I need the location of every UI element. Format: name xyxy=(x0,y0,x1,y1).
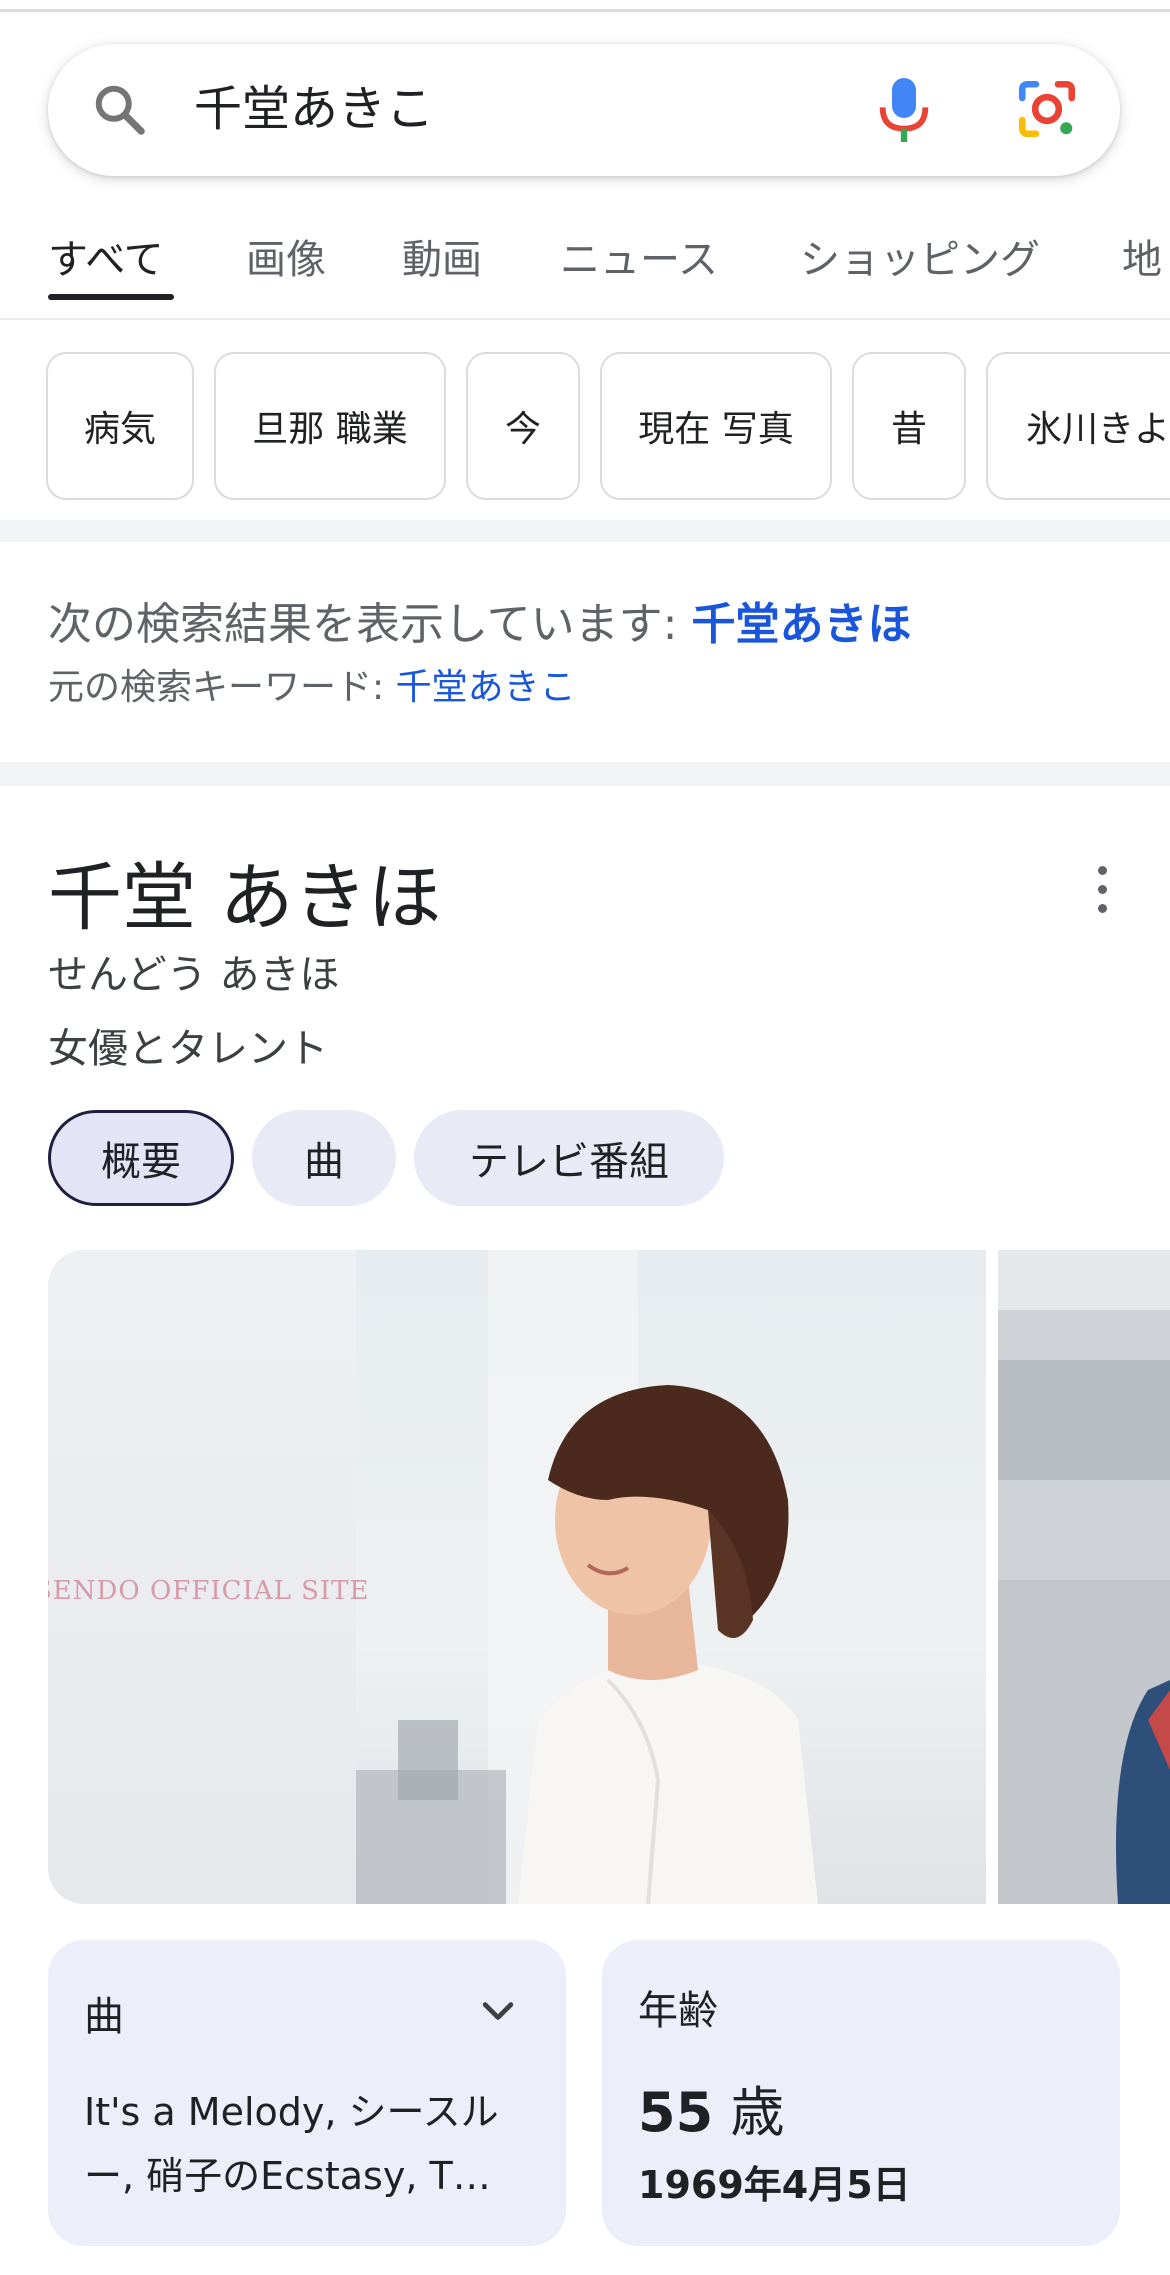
tab-all[interactable]: すべて xyxy=(48,230,164,290)
tab-images[interactable]: 画像 xyxy=(246,230,326,290)
age-value: 55 歳 xyxy=(638,2068,784,2147)
chevron-down-icon[interactable] xyxy=(476,1990,520,2034)
age-unit: 歳 xyxy=(713,2081,785,2144)
age-card-label: 年齢 xyxy=(638,1988,718,2034)
songs-line-2: ー, 硝子のEcstasy, T… xyxy=(84,2154,491,2198)
chip-husband-job[interactable]: 旦那 職業 xyxy=(214,352,446,500)
showing-prefix: 次の検索結果を表示しています: xyxy=(48,599,692,650)
panel-tab-tv-shows[interactable]: テレビ番組 xyxy=(414,1110,724,1206)
related-chips: 病気 旦那 職業 今 現在 写真 昔 氷川きよ xyxy=(0,352,1170,506)
chip-hikawa[interactable]: 氷川きよ xyxy=(986,352,1170,500)
search-input[interactable]: 千堂あきこ xyxy=(194,76,434,142)
tab-news[interactable]: ニュース xyxy=(560,230,718,290)
original-query-link[interactable]: 千堂あきこ xyxy=(396,667,576,708)
chip-now[interactable]: 今 xyxy=(466,352,580,500)
google-lens-icon[interactable] xyxy=(1014,76,1080,142)
microphone-icon[interactable] xyxy=(872,72,936,148)
showing-results-for: 次の検索結果を表示しています: 千堂あきほ xyxy=(48,588,912,652)
songs-card[interactable]: 曲 It's a Melody, シースル ー, 硝子のEcstasy, T… xyxy=(48,1940,566,2246)
original-prefix: 元の検索キーワード: xyxy=(48,667,396,708)
age-number: 55 xyxy=(638,2081,714,2144)
original-query: 元の検索キーワード: 千堂あきこ xyxy=(48,658,576,710)
section-separator xyxy=(0,762,1170,786)
active-tab-indicator xyxy=(48,294,174,300)
songs-line-1: It's a Melody, シースル xyxy=(84,2090,499,2134)
songs-card-label: 曲 xyxy=(84,1994,124,2040)
panel-tab-songs[interactable]: 曲 xyxy=(252,1110,396,1206)
tab-maps[interactable]: 地 xyxy=(1122,230,1162,290)
tab-videos[interactable]: 動画 xyxy=(402,230,482,290)
panel-title: 千堂 あきほ xyxy=(48,855,442,941)
search-tabs: すべて 画像 動画 ニュース ショッピング 地 xyxy=(0,230,1170,302)
search-icon[interactable] xyxy=(90,80,150,140)
corrected-query-link[interactable]: 千堂あきほ xyxy=(692,599,912,650)
secondary-photo[interactable] xyxy=(998,1250,1170,1904)
section-separator xyxy=(0,520,1170,542)
age-card[interactable]: 年齢 55 歳 1969年4月5日 xyxy=(602,1940,1120,2246)
birth-date: 1969年4月5日 xyxy=(638,2163,911,2207)
songs-list: It's a Melody, シースル ー, 硝子のEcstasy, T… xyxy=(84,2080,534,2208)
main-photo[interactable]: SENDO OFFICIAL SITE xyxy=(48,1250,986,1904)
secondary-photo-image xyxy=(998,1250,1170,1904)
chip-past[interactable]: 昔 xyxy=(852,352,966,500)
top-divider xyxy=(0,9,1170,12)
panel-tab-overview[interactable]: 概要 xyxy=(48,1110,234,1206)
tabs-divider xyxy=(0,318,1170,320)
photo-caption: SENDO OFFICIAL SITE xyxy=(48,1576,370,1606)
tab-shopping[interactable]: ショッピング xyxy=(800,230,1040,290)
panel-reading: せんどう あきほ xyxy=(48,952,340,998)
panel-tabs: 概要 曲 テレビ番組 xyxy=(48,1110,1148,1206)
chip-current-photo[interactable]: 現在 写真 xyxy=(600,352,832,500)
search-bar[interactable]: 千堂あきこ xyxy=(48,44,1120,176)
panel-description: 女優とタレント xyxy=(48,1026,328,1072)
more-options-icon[interactable] xyxy=(1084,860,1120,920)
chip-illness[interactable]: 病気 xyxy=(46,352,194,500)
